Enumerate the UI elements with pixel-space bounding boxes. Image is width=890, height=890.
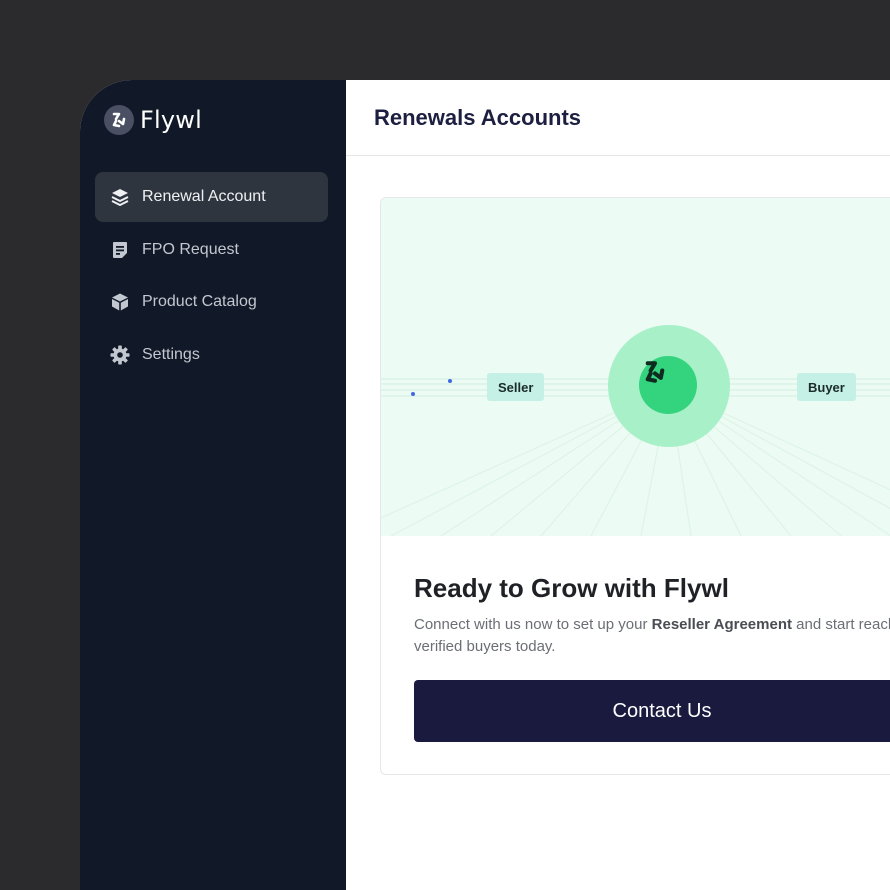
signal-dot	[411, 392, 415, 396]
gear-icon	[109, 344, 131, 366]
sidebar-item-renewal-account[interactable]: Renewal Account	[95, 172, 328, 222]
page-header: Renewals Accounts	[346, 80, 890, 156]
page-title: Renewals Accounts	[374, 104, 582, 130]
main-content: Renewals Accounts Seller Buyer Ready to …	[346, 80, 890, 890]
layers-icon	[109, 186, 131, 208]
flywl-logo-icon	[104, 105, 134, 135]
hero-illustration: Seller Buyer	[381, 198, 890, 536]
cube-icon	[109, 291, 131, 313]
sidebar-item-fpo-request[interactable]: FPO Request	[95, 225, 328, 275]
flywl-hub-icon	[639, 356, 697, 414]
seller-tag: Seller	[487, 373, 545, 401]
signal-dot	[448, 379, 452, 383]
brand[interactable]: Flywl	[104, 105, 202, 135]
onboarding-card: Seller Buyer Ready to Grow with Flywl Co…	[380, 197, 890, 775]
seller-label: Seller	[498, 379, 534, 395]
buyer-label: Buyer	[808, 379, 845, 395]
card-title: Ready to Grow with Flywl	[414, 573, 729, 603]
contact-us-button[interactable]: Contact Us	[414, 680, 890, 742]
document-icon	[109, 239, 131, 261]
sidebar: Flywl Renewal Account FPO Request Produc…	[80, 80, 346, 890]
sidebar-item-label: Renewal Account	[142, 188, 266, 205]
sidebar-item-label: Product Catalog	[142, 293, 257, 310]
card-description: Connect with us now to set up your Resel…	[414, 614, 890, 658]
sidebar-item-label: Settings	[142, 345, 200, 363]
sidebar-item-product-catalog[interactable]: Product Catalog	[95, 277, 328, 327]
hub-circle	[608, 325, 730, 447]
sidebar-nav: Renewal Account FPO Request Product Cata…	[95, 172, 328, 382]
app-window: Flywl Renewal Account FPO Request Produc…	[80, 80, 890, 890]
sidebar-item-label: FPO Request	[142, 240, 239, 258]
description-text: Connect with us now to set up your	[414, 616, 652, 633]
description-highlight: Reseller Agreement	[651, 616, 792, 633]
sidebar-item-settings[interactable]: Settings	[95, 330, 328, 380]
brand-name: Flywl	[140, 106, 202, 134]
buyer-tag: Buyer	[797, 373, 856, 401]
